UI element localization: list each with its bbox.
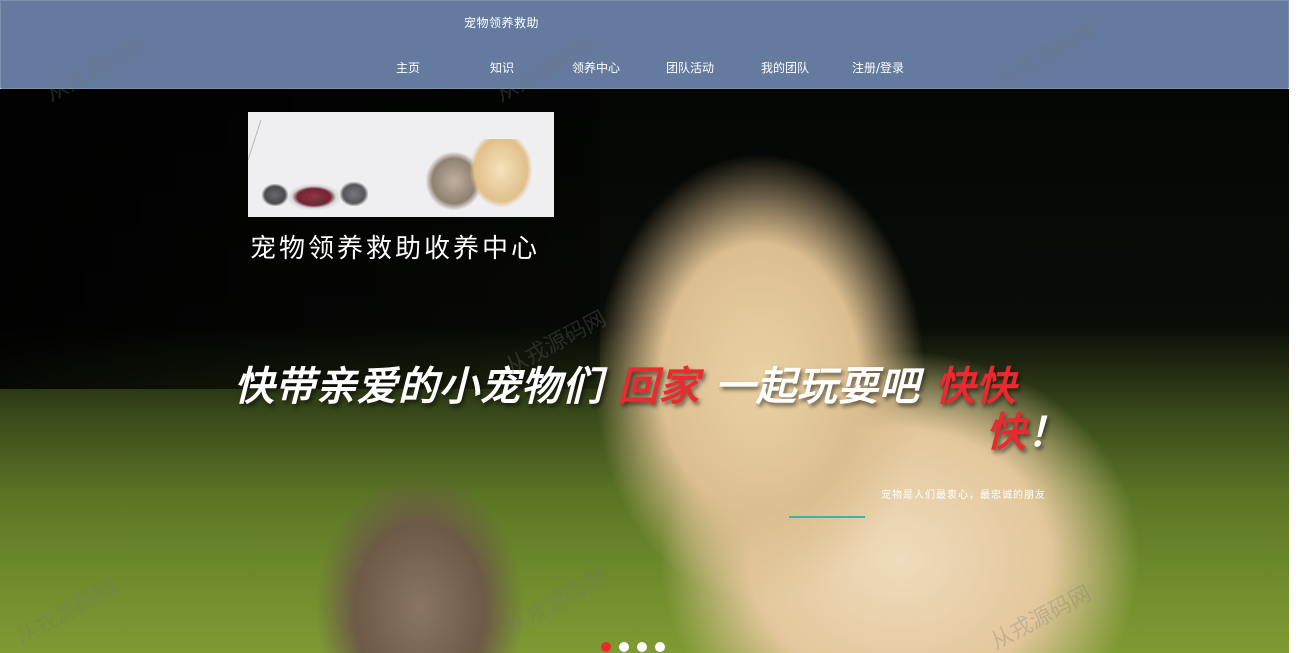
carousel-dot[interactable]: [601, 642, 611, 652]
center-name: 宠物领养救助收养中心: [250, 234, 541, 264]
bunny-illustration: [340, 182, 368, 206]
headline-highlight: 回家: [617, 364, 700, 410]
bowl-label: Dog: [306, 195, 323, 204]
carousel-dot[interactable]: [637, 642, 647, 652]
headline-text: 一起玩耍吧: [714, 364, 920, 410]
nav-team-activities[interactable]: 团队活动: [666, 59, 714, 76]
carousel-dot[interactable]: [619, 642, 629, 652]
hero-tagline: 宠物是人们最衷心，最忠诚的朋友: [881, 490, 1046, 501]
main-nav: 主页 知识 领养中心 团队活动 我的团队 注册/登录: [1, 59, 1288, 77]
nav-home[interactable]: 主页: [396, 59, 420, 76]
hero-banner: Dog 宠物领养救助收养中心 快带亲爱的小宠物们 回家 一起玩耍吧 快快 快！ …: [0, 89, 1289, 653]
nav-adoption-center[interactable]: 领养中心: [572, 59, 620, 76]
tagline-underline: [789, 516, 865, 518]
top-navbar: 宠物领养救助 主页 知识 领养中心 团队活动 我的团队 注册/登录: [0, 0, 1289, 89]
puppy-illustration: [470, 139, 532, 207]
twig-decoration: [248, 120, 287, 160]
nav-register-login[interactable]: 注册/登录: [852, 59, 904, 76]
nav-my-team[interactable]: 我的团队: [761, 59, 809, 76]
headline-exclamation: ！: [1027, 410, 1068, 456]
carousel-dot[interactable]: [655, 642, 665, 652]
headline-text: 快带亲爱的小宠物们: [234, 364, 603, 410]
nav-knowledge[interactable]: 知识: [490, 59, 514, 76]
headline-highlight: 快: [986, 410, 1027, 456]
headline-highlight: 快快: [934, 364, 1017, 410]
site-title: 宠物领养救助: [464, 16, 540, 30]
hero-headline: 快带亲爱的小宠物们 回家 一起玩耍吧 快快: [234, 364, 1089, 410]
site-logo[interactable]: Dog: [248, 112, 554, 217]
hero-headline-tail: 快！: [986, 410, 1068, 456]
bunny-illustration: [262, 184, 288, 206]
